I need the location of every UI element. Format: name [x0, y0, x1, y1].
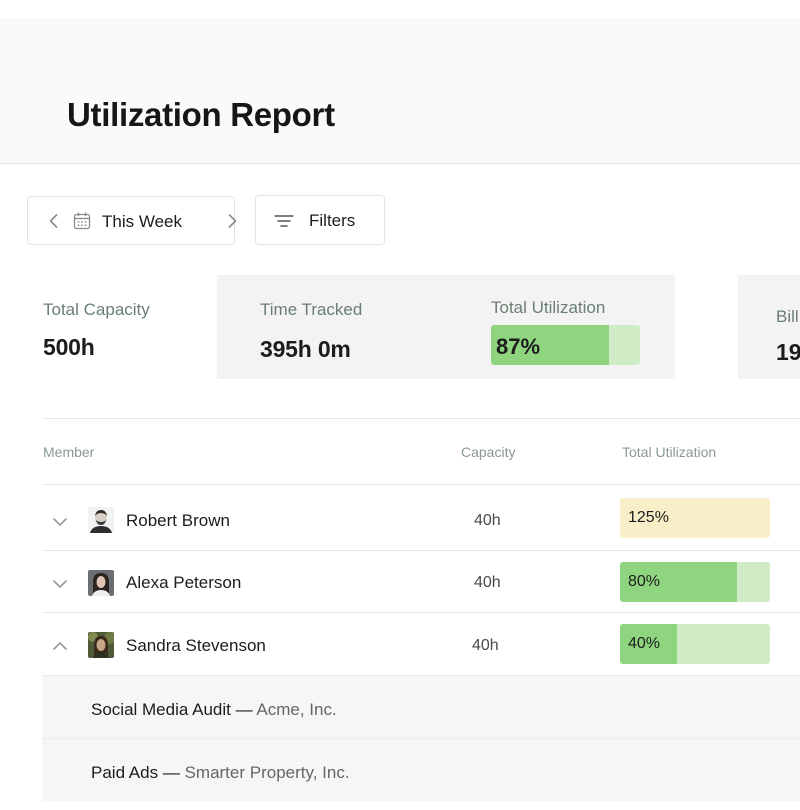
column-header-member[interactable]: Member	[43, 444, 94, 460]
utilization-bar: 40%	[620, 624, 770, 664]
member-capacity: 40h	[474, 574, 501, 591]
page-title: Utilization Report	[67, 96, 335, 133]
table-row[interactable]: Robert Brown 40h 125%	[42, 484, 800, 550]
billable-label: Bill	[776, 307, 799, 326]
total-utilization-label: Total Utilization	[491, 298, 606, 317]
calendar-icon	[73, 212, 91, 230]
utilization-table: Member Capacity Total Utilization Robert…	[42, 418, 800, 801]
chevron-up-icon[interactable]	[51, 637, 69, 655]
utilization-value: 80%	[628, 573, 661, 590]
member-name[interactable]: Robert Brown	[126, 511, 230, 531]
page-header: Utilization Report	[0, 18, 800, 164]
utilization-value: 125%	[628, 509, 669, 526]
billable-stat: Bill 19	[738, 275, 800, 379]
member-name[interactable]: Alexa Peterson	[126, 573, 241, 593]
total-capacity-value: 500h	[43, 334, 95, 360]
avatar	[88, 570, 114, 596]
column-header-utilization[interactable]: Total Utilization	[622, 444, 716, 460]
project-name: Paid Ads	[91, 763, 159, 782]
utilization-bar: 80%	[620, 562, 770, 602]
chevron-left-icon[interactable]	[44, 211, 64, 231]
table-row[interactable]: Alexa Peterson 40h 80%	[42, 550, 800, 612]
total-utilization-value: 87%	[496, 334, 541, 359]
project-separator: —	[230, 700, 257, 719]
total-capacity-label: Total Capacity	[43, 300, 150, 319]
utilization-bar: 125%	[620, 498, 770, 538]
project-separator: —	[158, 763, 185, 782]
avatar	[88, 507, 114, 533]
utilization-value: 40%	[628, 635, 661, 652]
member-name[interactable]: Sandra Stevenson	[126, 636, 266, 656]
week-label[interactable]: This Week	[102, 212, 182, 232]
member-capacity: 40h	[474, 512, 501, 529]
table-row[interactable]: Sandra Stevenson 40h 40%	[42, 612, 800, 675]
summary-panel: Time Tracked 395h 0m Total Utilization 8…	[217, 275, 675, 379]
time-tracked-value: 395h 0m	[260, 336, 351, 362]
project-entry[interactable]: Paid Ads — Smarter Property, Inc.	[91, 763, 350, 783]
client-name: Smarter Property, Inc.	[184, 763, 350, 782]
chevron-down-icon[interactable]	[51, 575, 69, 593]
project-name: Social Media Audit	[91, 700, 231, 719]
chevron-down-icon[interactable]	[51, 513, 69, 531]
time-tracked-label: Time Tracked	[260, 300, 363, 319]
column-header-capacity[interactable]: Capacity	[461, 444, 515, 460]
billable-value: 19	[776, 339, 800, 365]
chevron-right-icon[interactable]	[222, 211, 242, 231]
member-capacity: 40h	[472, 637, 499, 654]
total-capacity-stat: Total Capacity 500h	[43, 300, 150, 361]
time-tracked-stat: Time Tracked 395h 0m	[260, 300, 362, 363]
project-entry[interactable]: Social Media Audit — Acme, Inc.	[91, 700, 337, 720]
filters-label[interactable]: Filters	[309, 211, 355, 231]
total-utilization-bar: 87%	[491, 325, 640, 365]
avatar	[88, 632, 114, 658]
week-picker[interactable]: This Week	[27, 196, 237, 245]
project-row[interactable]: Social Media Audit — Acme, Inc.	[42, 675, 800, 738]
total-utilization-stat: Total Utilization 87%	[491, 298, 640, 365]
filters-button[interactable]: Filters	[255, 195, 385, 245]
project-row[interactable]: Paid Ads — Smarter Property, Inc.	[42, 738, 800, 801]
filter-icon	[274, 215, 294, 227]
client-name: Acme, Inc.	[256, 700, 337, 719]
